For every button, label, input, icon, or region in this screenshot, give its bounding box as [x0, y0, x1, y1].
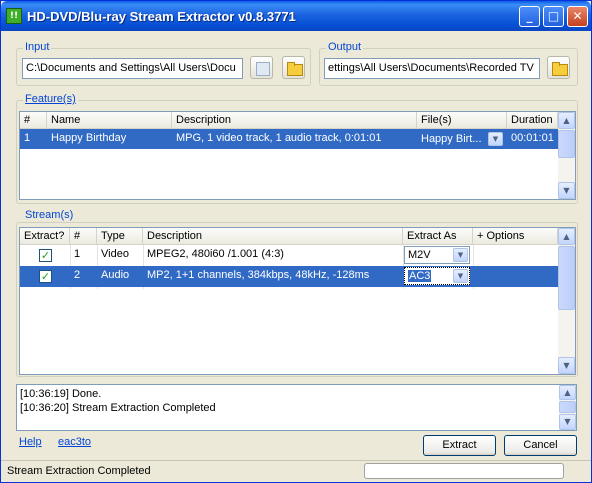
feature-row[interactable]: 1 Happy Birthday MPG, 1 video track, 1 a… [20, 129, 558, 149]
output-path-field[interactable]: ettings\All Users\Documents\Recorded TV [324, 58, 540, 79]
minimize-button[interactable]: _ [519, 6, 540, 27]
extract-as-value: AC3 [408, 270, 432, 282]
col-header-name[interactable]: Name [47, 112, 172, 129]
feature-duration: 00:01:01 [511, 132, 554, 144]
extract-checkbox[interactable]: ✓ [39, 249, 52, 262]
help-link[interactable]: Help [19, 436, 42, 448]
output-browse-folder-button[interactable] [547, 56, 570, 79]
chevron-down-icon[interactable]: ▼ [453, 248, 468, 262]
scroll-thumb[interactable] [558, 246, 575, 310]
feature-num: 1 [24, 132, 31, 144]
scroll-up-icon[interactable]: ▲ [558, 112, 575, 129]
maximize-button[interactable]: □ [543, 6, 564, 27]
scroll-thumb[interactable] [559, 401, 576, 413]
col-header-description[interactable]: Description [143, 228, 403, 245]
scroll-thumb[interactable] [558, 130, 575, 158]
title-bar[interactable]: !! HD-DVD/Blu-ray Stream Extractor v0.8.… [1, 1, 591, 31]
log-scrollbar[interactable]: ▲ ▼ [559, 385, 576, 430]
eac3to-link[interactable]: eac3to [58, 436, 91, 448]
stream-num: 2 [74, 269, 81, 281]
col-header-files[interactable]: File(s) [417, 112, 507, 129]
stream-type: Audio [101, 269, 130, 281]
input-browse-folder-button[interactable] [282, 56, 305, 79]
status-bar: Stream Extraction Completed [1, 460, 591, 482]
stream-row[interactable]: ✓ 2 Audio MP2, 1+1 channels, 384kbps, 48… [20, 266, 558, 287]
extract-button[interactable]: Extract [423, 435, 496, 456]
stream-num: 1 [74, 248, 81, 260]
stream-label: Stream(s) [23, 209, 76, 221]
col-header-num[interactable]: # [20, 112, 47, 129]
scroll-up-icon[interactable]: ▲ [558, 228, 575, 245]
status-text: Stream Extraction Completed [7, 465, 151, 477]
scroll-down-icon[interactable]: ▼ [558, 357, 575, 374]
col-header-extract[interactable]: Extract? [20, 228, 70, 245]
stream-type: Video [101, 248, 129, 260]
feature-label[interactable]: Feature(s) [23, 93, 78, 105]
stream-list[interactable]: Extract? # Type Description Extract As +… [19, 227, 576, 375]
col-header-options[interactable]: + Options [473, 228, 558, 245]
col-header-extract-as[interactable]: Extract As [403, 228, 473, 245]
chevron-down-icon[interactable]: ▼ [488, 132, 503, 146]
input-label: Input [23, 41, 52, 53]
log-output[interactable]: [10:36:19] Done. [10:36:20] Stream Extra… [16, 384, 577, 431]
feature-list[interactable]: # Name Description File(s) Duration 1 Ha… [19, 111, 576, 200]
col-header-duration[interactable]: Duration [507, 112, 558, 129]
chevron-down-icon[interactable]: ▼ [453, 269, 468, 283]
feature-list-header: # Name Description File(s) Duration [20, 112, 558, 129]
feature-description: MPG, 1 video track, 1 audio track, 0:01:… [176, 132, 382, 144]
extract-as-value: M2V [408, 249, 431, 261]
feature-list-scrollbar[interactable]: ▲ ▼ [558, 112, 575, 199]
feature-file[interactable]: Happy Birt... ▼ [417, 129, 507, 149]
main-window: !! HD-DVD/Blu-ray Stream Extractor v0.8.… [0, 0, 592, 483]
progress-bar [364, 463, 564, 479]
stream-description: MP2, 1+1 channels, 384kbps, 48kHz, -128m… [147, 269, 370, 281]
log-line: [10:36:20] Stream Extraction Completed [20, 402, 216, 414]
scroll-up-icon[interactable]: ▲ [559, 385, 576, 400]
input-path-field[interactable]: C:\Documents and Settings\All Users\Docu [22, 58, 243, 79]
log-line: [10:36:19] Done. [20, 388, 102, 400]
col-header-num[interactable]: # [70, 228, 97, 245]
extract-checkbox[interactable]: ✓ [39, 270, 52, 283]
stream-row[interactable]: ✓ 1 Video MPEG2, 480i60 /1.001 (4:3) M2V… [20, 245, 558, 266]
col-header-type[interactable]: Type [97, 228, 143, 245]
window-title: HD-DVD/Blu-ray Stream Extractor v0.8.377… [27, 9, 296, 24]
scroll-down-icon[interactable]: ▼ [559, 414, 576, 430]
extract-as-select[interactable]: AC3 ▼ [404, 267, 470, 285]
stream-list-header: Extract? # Type Description Extract As +… [20, 228, 558, 245]
feature-file-value: Happy Birt... [421, 133, 482, 145]
col-header-description[interactable]: Description [172, 112, 417, 129]
input-browse-disc-button[interactable] [250, 56, 273, 79]
feature-file-combo[interactable]: Happy Birt... ▼ [417, 130, 505, 148]
close-button[interactable]: ✕ [567, 6, 588, 27]
cancel-button[interactable]: Cancel [504, 435, 577, 456]
output-label: Output [326, 41, 364, 53]
feature-name: Happy Birthday [51, 132, 127, 144]
stream-description: MPEG2, 480i60 /1.001 (4:3) [147, 248, 284, 260]
app-icon: !! [6, 8, 22, 24]
scroll-down-icon[interactable]: ▼ [558, 182, 575, 199]
stream-list-scrollbar[interactable]: ▲ ▼ [558, 228, 575, 374]
extract-as-select[interactable]: M2V ▼ [404, 246, 470, 264]
